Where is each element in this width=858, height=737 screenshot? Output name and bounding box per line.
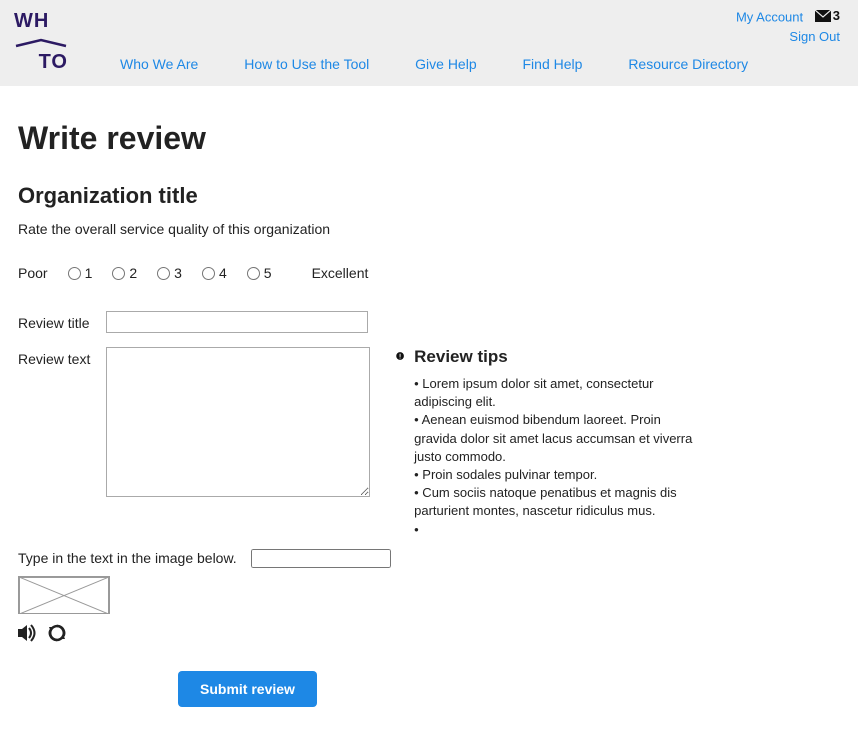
logo-text-top: WH — [14, 10, 68, 33]
rating-label-5: 5 — [264, 265, 272, 281]
content: Write review Organization title Rate the… — [0, 86, 858, 737]
tips-heading: Review tips — [414, 347, 696, 367]
speaker-icon — [18, 624, 38, 642]
nav-resource-directory[interactable]: Resource Directory — [628, 56, 748, 72]
review-title-label: Review title — [18, 311, 106, 331]
sign-out-link[interactable]: Sign Out — [789, 29, 840, 44]
nav-give-help[interactable]: Give Help — [415, 56, 476, 72]
review-title-row: Review title — [18, 311, 840, 333]
rating-label-3: 3 — [174, 265, 182, 281]
my-account-link[interactable]: My Account — [736, 10, 803, 25]
rating-poor-label: Poor — [18, 265, 48, 281]
submit-review-button[interactable]: Submit review — [178, 671, 317, 707]
rating-option-3[interactable]: 3 — [157, 265, 182, 281]
rating-option-1[interactable]: 1 — [68, 265, 93, 281]
envelope-icon — [815, 10, 831, 22]
review-title-input[interactable] — [106, 311, 368, 333]
rating-label-2: 2 — [129, 265, 137, 281]
logo[interactable]: WH TO — [14, 10, 68, 74]
organization-title: Organization title — [18, 183, 840, 209]
nav-who-we-are[interactable]: Who We Are — [120, 56, 198, 72]
rating-instruction: Rate the overall service quality of this… — [18, 221, 840, 237]
captcha-label: Type in the text in the image below. — [18, 550, 237, 566]
rating-row: Poor 1 2 3 4 5 Excellent — [18, 265, 840, 281]
rating-label-4: 4 — [219, 265, 227, 281]
rating-radio-1[interactable] — [68, 267, 81, 280]
review-text-input[interactable] — [106, 347, 370, 497]
mail-badge[interactable]: 3 — [815, 8, 840, 23]
nav-how-to-use[interactable]: How to Use the Tool — [244, 56, 369, 72]
rating-radio-4[interactable] — [202, 267, 215, 280]
rating-option-5[interactable]: 5 — [247, 265, 272, 281]
captcha-image — [18, 576, 110, 614]
tip-2: • Aenean euismod bibendum laoreet. Proin… — [414, 411, 696, 466]
rating-excellent-label: Excellent — [312, 265, 369, 281]
captcha-input[interactable] — [251, 549, 391, 568]
rating-radio-2[interactable] — [112, 267, 125, 280]
nav-find-help[interactable]: Find Help — [523, 56, 583, 72]
mail-count: 3 — [833, 8, 840, 23]
rating-option-4[interactable]: 4 — [202, 265, 227, 281]
captcha-controls — [18, 624, 840, 645]
tip-1: • Lorem ipsum dolor sit amet, consectetu… — [414, 375, 696, 411]
tip-5: • — [414, 521, 696, 539]
account-area: My Account 3 Sign Out — [736, 8, 840, 44]
captcha-row: Type in the text in the image below. — [18, 549, 840, 568]
rating-radio-3[interactable] — [157, 267, 170, 280]
review-text-label: Review text — [18, 347, 106, 367]
rating-radio-5[interactable] — [247, 267, 260, 280]
tips-body: • Lorem ipsum dolor sit amet, consectetu… — [414, 375, 696, 539]
rating-label-1: 1 — [85, 265, 93, 281]
page-title: Write review — [18, 120, 840, 157]
info-icon — [396, 347, 404, 365]
logo-text-bottom: TO — [14, 51, 68, 74]
review-text-row: Review text — [18, 347, 370, 497]
captcha-placeholder-icon — [19, 577, 109, 614]
header: WH TO My Account 3 Sign Out Who We Are H… — [0, 0, 858, 86]
review-tips: Review tips • Lorem ipsum dolor sit amet… — [396, 347, 696, 539]
refresh-captcha-button[interactable] — [48, 624, 66, 645]
tip-4: • Cum sociis natoque penatibus et magnis… — [414, 484, 696, 520]
refresh-icon — [48, 624, 66, 642]
audio-captcha-button[interactable] — [18, 624, 38, 645]
main-nav: Who We Are How to Use the Tool Give Help… — [120, 56, 790, 72]
tip-3: • Proin sodales pulvinar tempor. — [414, 466, 696, 484]
rating-option-2[interactable]: 2 — [112, 265, 137, 281]
roof-icon — [14, 35, 68, 51]
